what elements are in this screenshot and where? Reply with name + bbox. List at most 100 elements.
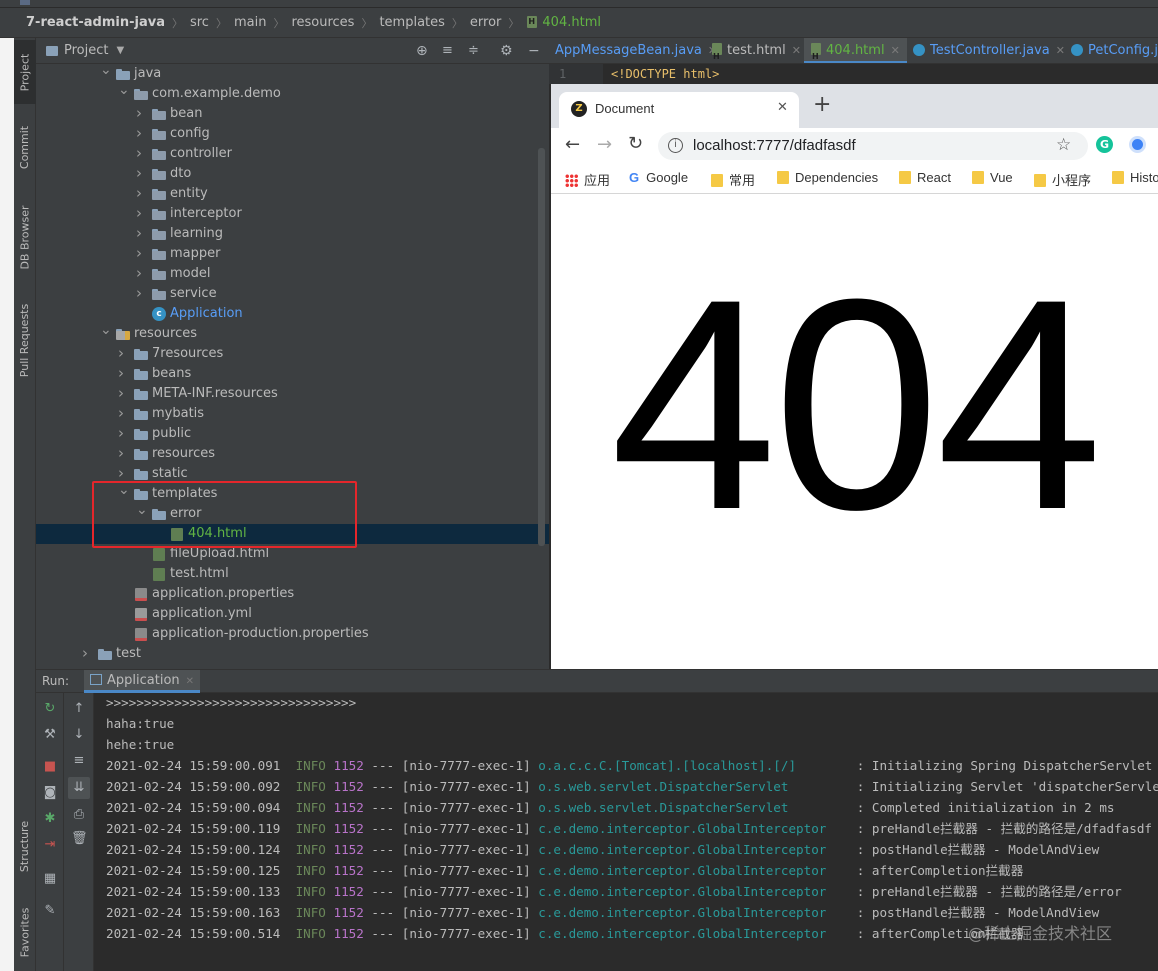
close-icon[interactable]: ✕ [777, 100, 788, 115]
toolwindow-tab-favorites[interactable]: Favorites [14, 896, 36, 968]
toolwindow-tab-commit[interactable]: Commit [14, 112, 36, 182]
exit-icon[interactable]: ⇥ [42, 837, 58, 853]
chevron-right-icon[interactable]: › [118, 383, 124, 403]
address-bar[interactable]: i localhost:7777/dfadfasdf ☆ [658, 132, 1088, 160]
tree-item[interactable]: › META-INF.resources [36, 384, 549, 404]
tree-item[interactable]: › interceptor [36, 204, 549, 224]
editor-tab-appmessagebean[interactable]: AppMessageBean.java ✕ [549, 38, 723, 63]
grammarly-extension-icon[interactable]: G [1096, 136, 1113, 153]
breadcrumb-item-file[interactable]: 404.html [542, 15, 601, 30]
bookmark-apps[interactable]: 应用 [565, 170, 610, 189]
tree-item[interactable]: fileUpload.html [36, 544, 549, 564]
bookmark-star-icon[interactable]: ☆ [1056, 135, 1071, 155]
tree-item[interactable]: › config [36, 124, 549, 144]
expand-all-icon[interactable]: ≡ [442, 43, 453, 58]
tree-item[interactable]: › model [36, 264, 549, 284]
chevron-right-icon[interactable]: › [118, 443, 124, 463]
toolwindow-tab-pull-requests[interactable]: Pull Requests [14, 290, 36, 390]
reload-icon[interactable]: ↻ [628, 133, 643, 154]
close-icon[interactable]: ✕ [186, 676, 194, 687]
breadcrumb-item-resources[interactable]: resources [291, 15, 354, 30]
chevron-down-icon[interactable]: ⌄ [118, 480, 130, 500]
chevron-right-icon[interactable]: › [136, 283, 142, 303]
new-tab-icon[interactable]: + [813, 94, 831, 116]
tree-item[interactable]: › mybatis [36, 404, 549, 424]
tree-item[interactable]: 404.html [36, 524, 549, 544]
tree-item[interactable]: › service [36, 284, 549, 304]
trash-icon[interactable]: 🗑 [71, 831, 88, 847]
breadcrumb-item-src[interactable]: src [190, 15, 209, 30]
url-text[interactable]: localhost:7777/dfadfasdf [693, 137, 856, 154]
console-horizontal-scrollbar[interactable] [94, 965, 1158, 971]
tree-item[interactable]: › static [36, 464, 549, 484]
tree-item[interactable]: c Application [36, 304, 549, 324]
chevron-down-icon[interactable]: ▼ [116, 45, 124, 56]
tree-item[interactable]: test.html [36, 564, 549, 584]
tree-item[interactable]: › entity [36, 184, 549, 204]
toolwindow-tab-structure[interactable]: Structure [14, 808, 36, 884]
collapse-all-icon[interactable]: ≑ [468, 43, 479, 58]
bookmark-folder-vue[interactable]: Vue [972, 170, 1013, 185]
toolwindow-tab-project[interactable]: Project [14, 40, 36, 104]
tree-item[interactable]: ⌄ resources [36, 322, 549, 344]
bookmark-folder-dependencies[interactable]: Dependencies [777, 170, 878, 185]
close-icon[interactable]: ✕ [1056, 44, 1065, 57]
breadcrumb-item-main[interactable]: main [234, 15, 266, 30]
locate-target-icon[interactable]: ⊕ [416, 43, 428, 59]
chevron-right-icon[interactable]: › [136, 143, 142, 163]
gear-icon[interactable]: ⚙ [500, 43, 513, 59]
tree-item[interactable]: ⌄ templates [36, 482, 549, 504]
bookmark-folder-miniprogram[interactable]: 小程序 [1034, 170, 1091, 189]
chevron-right-icon[interactable]: › [118, 423, 124, 443]
hide-panel-icon[interactable]: − [528, 43, 540, 59]
rerun-icon[interactable]: ↻ [42, 701, 58, 717]
chevron-right-icon[interactable]: › [136, 103, 142, 123]
chevron-down-icon[interactable]: ⌄ [136, 500, 148, 520]
tree-item[interactable]: › test [36, 644, 549, 664]
up-arrow-icon[interactable]: ↑ [71, 701, 87, 717]
editor-tab-testcontroller[interactable]: TestController.java ✕ [907, 38, 1071, 63]
chevron-down-icon[interactable]: ⌄ [118, 80, 130, 100]
tree-item[interactable]: application.yml [36, 604, 549, 624]
pin-icon[interactable]: ✎ [42, 903, 58, 919]
tree-item[interactable]: application-production.properties [36, 624, 549, 644]
run-tab-application[interactable]: Application ✕ [84, 670, 201, 693]
toolwindow-tab-db-browser[interactable]: DB Browser [14, 190, 36, 284]
info-icon[interactable]: i [668, 138, 683, 153]
project-tree-scrollbar[interactable] [538, 148, 545, 546]
bookmark-folder-common[interactable]: 常用 [711, 170, 755, 189]
tree-item[interactable]: ⌄ com.example.demo [36, 82, 549, 104]
tree-item[interactable]: › learning [36, 224, 549, 244]
down-arrow-icon[interactable]: ↓ [71, 727, 87, 743]
tree-item[interactable]: ⌄ java [36, 64, 549, 84]
chevron-right-icon[interactable]: › [136, 183, 142, 203]
chevron-right-icon[interactable]: › [136, 243, 142, 263]
tree-item[interactable]: › controller [36, 144, 549, 164]
tree-item[interactable]: › mapper [36, 244, 549, 264]
chevron-right-icon[interactable]: › [118, 343, 124, 363]
bookmark-folder-react[interactable]: React [899, 170, 951, 185]
editor-tab-404-html[interactable]: 404.html ✕ [804, 38, 907, 63]
stop-icon[interactable]: ■ [42, 759, 58, 775]
chevron-right-icon[interactable]: › [118, 403, 124, 423]
wrench-icon[interactable]: ⚒ [42, 727, 58, 743]
tree-item[interactable]: › 7resources [36, 344, 549, 364]
scroll-to-end-icon[interactable]: ⇊ [68, 777, 90, 799]
soft-wrap-icon[interactable]: ≡ [71, 753, 87, 769]
breadcrumb-item-error[interactable]: error [470, 15, 501, 30]
chevron-right-icon[interactable]: › [118, 363, 124, 383]
chevron-right-icon[interactable]: › [136, 163, 142, 183]
chevron-down-icon[interactable]: ⌄ [100, 320, 112, 340]
chevron-right-icon[interactable]: › [136, 223, 142, 243]
layout-icon[interactable]: ▦ [42, 871, 58, 887]
debug-icon[interactable]: ✱ [42, 811, 58, 827]
breadcrumb-item-project[interactable]: 7-react-admin-java [26, 15, 165, 30]
forward-arrow-icon[interactable]: → [597, 134, 612, 155]
close-icon[interactable]: ✕ [891, 44, 900, 57]
print-icon[interactable]: ⎙ [71, 807, 87, 823]
chevron-right-icon[interactable]: › [136, 263, 142, 283]
editor-tab-test-html[interactable]: test.html ✕ [705, 38, 807, 63]
tree-item[interactable]: › resources [36, 444, 549, 464]
code-line[interactable]: <!DOCTYPE html> [611, 64, 719, 84]
project-view-selector[interactable]: Project [64, 43, 108, 58]
